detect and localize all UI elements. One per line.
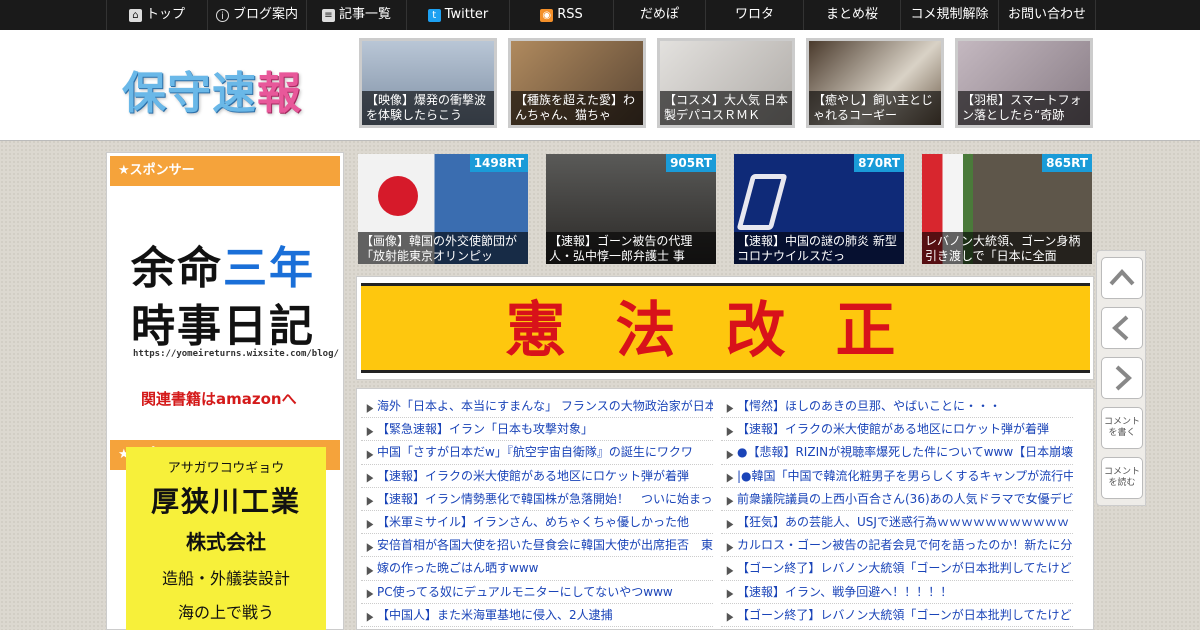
header-thumb[interactable]: 【癒やし】飼い主とじゃれるコーギー xyxy=(806,38,944,128)
previous-button[interactable] xyxy=(1101,307,1143,349)
twitter-icon: t xyxy=(427,8,441,22)
amazon-link[interactable]: 関連書籍はamazonへ xyxy=(141,388,297,409)
nav-item-comment-unblock[interactable]: コメ規制解除 xyxy=(901,0,999,30)
top-nav: ⌂ トップ i ブログ案内 ≡ 記事一覧 t Twitter ◉ RSS だめぽ… xyxy=(0,0,1200,30)
constitution-banner[interactable]: 憲法改正 xyxy=(361,283,1090,373)
header-thumb[interactable]: 【羽根】スマートフォン落としたら“奇跡 xyxy=(955,38,1093,128)
list-item[interactable]: 前衆議院議員の上西小百合さん(36)あの人気ドラマで女優デビ xyxy=(721,488,1073,511)
nav-item-article-list[interactable]: ≡ 記事一覧 xyxy=(307,0,407,30)
site-logo[interactable]: 保守速報 xyxy=(122,57,302,121)
list-item[interactable]: 嫁の作った晩ごはん晒すwww xyxy=(361,557,713,581)
chevron-up-icon xyxy=(1109,269,1135,286)
list-item[interactable]: 【愕然】ほしのあきの旦那、やばいことに・・・ xyxy=(721,395,1073,419)
sponsor-ad-asagawa[interactable]: アサガワコウギョウ 厚狭川工業 株式会社 造船・外艤装設計 海の上で戦う xyxy=(126,447,326,630)
floating-side-buttons: コメントを書く コメントを読む xyxy=(1096,250,1146,506)
banner-container: 憲法改正 xyxy=(356,276,1094,380)
sidebar: ★スポンサー 余命三年 時事日記 https://yomeireturns.wi… xyxy=(106,152,344,630)
list-item[interactable]: 【緊急速報】イラン「日本も攻撃対象」 xyxy=(361,418,713,442)
article-links: 海外「日本よ、本当にすまんな」 フランスの大物政治家が日本 【緊急速報】イラン「… xyxy=(356,388,1094,630)
list-item[interactable]: 【速報】イラン、戦争回避へ！！！！！ xyxy=(721,581,1073,604)
red-circle-graphic xyxy=(378,176,418,216)
list-item[interactable]: 【中国人】また米海軍基地に侵入、2人逮捕 xyxy=(361,604,713,627)
list-item[interactable]: 中国「さすが日本だw」『航空宇宙自衛隊』の誕生にワクワ xyxy=(361,441,713,465)
list-item[interactable]: 【速報】イラン情勢悪化で韓国株が急落開始！ ついに始まっ xyxy=(361,488,713,511)
list-item[interactable]: 【米軍ミサイル】イランさん、めちゃくちゃ優しかった他 xyxy=(361,511,713,535)
chevron-right-icon xyxy=(1115,365,1132,391)
list-item[interactable]: 【ゴーン終了】レバノン大統領「ゴーンが日本批判してたけど xyxy=(721,604,1073,627)
logo-graphic xyxy=(736,174,788,230)
home-icon: ⌂ xyxy=(128,8,142,22)
ranking-thumb[interactable]: 870RT 【速報】中国の謎の肺炎 新型コロナウイルスだっ xyxy=(734,154,904,264)
nav-item-contact[interactable]: お問い合わせ xyxy=(999,0,1096,30)
nav-item-top[interactable]: ⌂ トップ xyxy=(106,0,208,30)
article-list-left: 海外「日本よ、本当にすまんな」 フランスの大物政治家が日本 【緊急速報】イラン「… xyxy=(361,395,713,627)
ranking-thumb[interactable]: 1498RT 【画像】韓国の外交使節団が「放射能東京オリンピッ xyxy=(358,154,528,264)
nav-item-rss[interactable]: ◉ RSS xyxy=(510,0,614,30)
next-button[interactable] xyxy=(1101,357,1143,399)
nav-item-warota[interactable]: ワロタ xyxy=(706,0,804,30)
scroll-top-button[interactable] xyxy=(1101,257,1143,299)
nav-item-blog-info[interactable]: i ブログ案内 xyxy=(208,0,307,30)
nav-item-matome-sakura[interactable]: まとめ桜 xyxy=(804,0,901,30)
list-item[interactable]: ●【悲報】RIZINが視聴率爆死した件についてwww【日本崩壊】 xyxy=(721,441,1073,465)
header-thumb[interactable]: 【コスメ】大人気 日本製デパコスＲＭＫ xyxy=(657,38,795,128)
ranking-thumb[interactable]: 905RT 【速報】ゴーン被告の代理人・弘中惇一郎弁護士 事 xyxy=(546,154,716,264)
list-item[interactable]: 海外「日本よ、本当にすまんな」 フランスの大物政治家が日本 xyxy=(361,395,713,419)
list-item[interactable]: 【速報】イラクの米大使館がある地区にロケット弾が着弾 xyxy=(721,418,1073,442)
header: 保守速報 【映像】爆発の衝撃波を体験したらこう 【種族を超えた愛】わんちゃん、猫… xyxy=(0,30,1200,141)
sponsor-ad-yomei[interactable]: 余命三年 時事日記 https://yomeireturns.wixsite.c… xyxy=(107,186,343,408)
list-item[interactable]: カルロス・ゴーン被告の記者会見で何を語ったのか！新たに分 xyxy=(721,534,1073,558)
sponsor-heading: ★スポンサー xyxy=(110,156,340,186)
list-item[interactable]: 【狂気】あの芸能人、USJで迷惑行為ｗｗｗｗｗｗｗｗｗｗｗ xyxy=(721,511,1073,535)
info-icon: i xyxy=(215,8,229,22)
nav-item-damepo[interactable]: だめぽ xyxy=(614,0,706,30)
list-item[interactable]: 【速報】イラクの米大使館がある地区にロケット弾が着弾 xyxy=(361,465,713,488)
list-icon: ≡ xyxy=(321,8,335,22)
header-thumb[interactable]: 【映像】爆発の衝撃波を体験したらこう xyxy=(359,38,497,128)
list-item[interactable]: 安倍首相が各国大使を招いた昼食会に韓国大使が出席拒否 東 xyxy=(361,534,713,558)
list-item[interactable]: PC使ってる奴にデュアルモニターにしてないやつwww xyxy=(361,581,713,604)
list-item[interactable]: 【ゴーン終了】レバノン大統領「ゴーンが日本批判してたけど xyxy=(721,557,1073,581)
chevron-left-icon xyxy=(1112,315,1129,341)
article-list-right: 【愕然】ほしのあきの旦那、やばいことに・・・ 【速報】イラクの米大使館がある地区… xyxy=(721,395,1073,627)
header-thumb[interactable]: 【種族を超えた愛】わんちゃん、猫ちゃ xyxy=(508,38,646,128)
ranking-thumbnails: 1498RT 【画像】韓国の外交使節団が「放射能東京オリンピッ 905RT 【速… xyxy=(358,154,1092,264)
header-thumbnails: 【映像】爆発の衝撃波を体験したらこう 【種族を超えた愛】わんちゃん、猫ちゃ 【コ… xyxy=(359,38,1093,128)
list-item[interactable]: |●韓国「中国で韓流化粧男子を男らしくするキャンプが流行中 xyxy=(721,465,1073,488)
nav-item-twitter[interactable]: t Twitter xyxy=(407,0,510,30)
rss-icon: ◉ xyxy=(540,8,554,22)
ranking-thumb[interactable]: 865RT レバノン大統領、ゴーン身柄引き渡しで「日本に全面 xyxy=(922,154,1092,264)
read-comment-button[interactable]: コメントを読む xyxy=(1101,457,1143,499)
top-nav-items: ⌂ トップ i ブログ案内 ≡ 記事一覧 t Twitter ◉ RSS だめぽ… xyxy=(106,0,1096,30)
write-comment-button[interactable]: コメントを書く xyxy=(1101,407,1143,449)
